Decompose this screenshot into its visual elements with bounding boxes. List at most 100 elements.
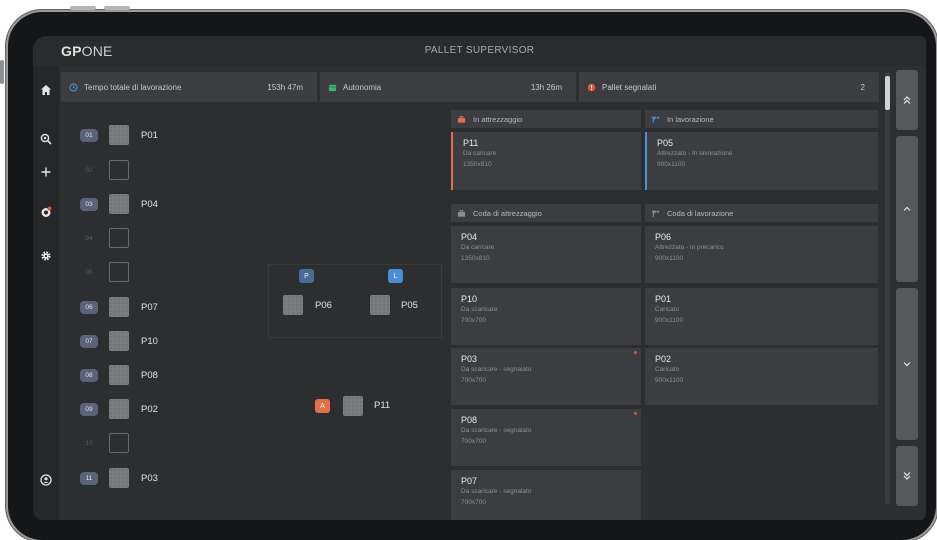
pallet-card[interactable]: P06 Attrezzato - in precarico 900x1100	[645, 226, 878, 283]
pallet-code: P02	[655, 354, 672, 364]
pallet-card[interactable]: P10 Da scaricare 700x700	[451, 288, 641, 345]
pallet-status: Da scaricare - segnalato	[461, 427, 532, 434]
pallet-code: P01	[655, 294, 672, 304]
pallet-status: Attrezzato - In lavorazione	[657, 150, 733, 157]
chevron-down-icon	[903, 362, 911, 367]
stat-label: Tempo totale di lavorazione	[84, 82, 182, 92]
lane-number: 10	[85, 439, 93, 447]
pallet-slot	[370, 295, 390, 315]
pallet-card[interactable]: P03 Da scaricare - segnalato 700x700	[451, 348, 641, 405]
lane-row[interactable]: 10	[80, 432, 129, 454]
sidebar-item-settings[interactable]	[36, 246, 56, 266]
pallet-code: P06	[655, 232, 672, 242]
stat-label: Autonomia	[343, 82, 382, 92]
lane-row[interactable]: 11 P03	[80, 467, 158, 489]
pallet-code: P05	[657, 138, 674, 148]
pallet-status: Da scaricare - segnalato	[461, 366, 532, 373]
sidebar-item-inspect[interactable]	[36, 129, 56, 149]
pallet-card[interactable]: P08 Da scaricare - segnalato 700x700	[451, 409, 641, 466]
pallet-slot	[343, 396, 363, 416]
home-icon	[41, 85, 51, 95]
lane-pallet-label: P03	[141, 472, 158, 484]
pallet-card[interactable]: P05 Attrezzato - In lavorazione 900x1100	[645, 132, 878, 190]
stat-value: 153h 47m	[267, 82, 303, 92]
scroll-down-button[interactable]	[896, 288, 918, 440]
pallet-card[interactable]: P11 Da caricare 1350x810	[451, 132, 641, 190]
alert-icon	[41, 206, 52, 217]
lane-pallet-label: P04	[141, 198, 158, 210]
scroll-up-button[interactable]	[896, 136, 918, 282]
lane-row[interactable]: 07 P10	[80, 330, 158, 352]
column-header-in-attrezzaggio: In attrezzaggio	[451, 110, 641, 128]
lane-row[interactable]: 02	[80, 159, 129, 181]
lane-row[interactable]: 06 P07	[80, 296, 158, 318]
pallet-card[interactable]: P07 Da scaricare - segnalato 700x700	[451, 470, 641, 520]
lane-row[interactable]: 04	[80, 227, 129, 249]
sidebar-item-home[interactable]	[36, 80, 56, 100]
column-title: In attrezzaggio	[473, 114, 523, 124]
device-button	[104, 6, 130, 10]
pallet-slot	[109, 262, 129, 282]
pallet-dimensions: 900x1100	[655, 317, 684, 324]
lane-pallet-label: P08	[141, 369, 158, 381]
pallet-slot	[109, 160, 129, 180]
pallet-code: P03	[461, 354, 478, 364]
pallet-slot	[109, 125, 129, 145]
pallet-status: Da caricare	[463, 150, 497, 157]
pallet-slot	[109, 228, 129, 248]
pallet-code: P07	[461, 476, 478, 486]
pallet-slot	[109, 433, 129, 453]
lane-row[interactable]: 09 P02	[80, 398, 158, 420]
pallet-dimensions: 700x700	[461, 438, 486, 445]
column-header-coda-attrezzaggio: Coda di attrezzaggio	[451, 204, 641, 222]
lane-pallet-label: P07	[141, 301, 158, 313]
toolbox-icon	[457, 115, 466, 123]
scrollbar-thumb[interactable]	[885, 76, 890, 110]
lane-pallet-label: P01	[141, 129, 158, 141]
lane-row[interactable]: 08 P08	[80, 364, 158, 386]
scrollbar[interactable]	[885, 72, 890, 504]
double-chevron-down-icon	[903, 472, 911, 480]
pallet-status: Attrezzato - in precarico	[655, 244, 724, 251]
lane-number: 06	[80, 300, 98, 314]
lane-pallet-label: P10	[141, 335, 158, 347]
drill-icon	[651, 209, 660, 217]
calendar-icon	[328, 84, 337, 91]
sidebar-item-user[interactable]	[36, 470, 56, 490]
device-button	[70, 6, 96, 10]
stat-value: 2	[860, 82, 865, 92]
station-l-badge[interactable]: L	[388, 269, 403, 283]
column-title: Coda di lavorazione	[667, 208, 734, 218]
pallet-card[interactable]: P04 Da caricare 1350x810	[451, 226, 641, 283]
pallet-dimensions: 1350x810	[461, 255, 490, 262]
pallet-status: Da scaricare - segnalato	[461, 488, 532, 495]
lane-row[interactable]: 01 P01	[80, 124, 158, 146]
lane-pallet-label: P02	[141, 403, 158, 415]
sidebar	[33, 66, 59, 520]
column-title: In lavorazione	[667, 114, 714, 124]
pallet-dimensions: 700x700	[461, 317, 486, 324]
station-p-pallet: P06	[315, 300, 332, 311]
station-l-pallet: P05	[401, 300, 418, 311]
sidebar-item-alerts[interactable]	[36, 202, 56, 222]
pallet-dimensions: 700x700	[461, 499, 486, 506]
clock-icon	[69, 82, 78, 92]
lane-number: 05	[85, 268, 93, 276]
sidebar-item-add[interactable]	[36, 162, 56, 182]
pallet-status: Caricato	[655, 366, 680, 373]
drill-icon	[651, 115, 660, 123]
stat-label: Pallet segnalati	[602, 82, 657, 92]
lane-row[interactable]: 03 P04	[80, 193, 158, 215]
pallet-card[interactable]: P01 Caricato 900x1100	[645, 288, 878, 345]
top-bar: GPONE PALLET SUPERVISOR	[33, 36, 926, 66]
lane-row[interactable]: 05	[80, 261, 129, 283]
station-a-pallet: P11	[374, 400, 391, 411]
station-p-badge[interactable]: P	[299, 269, 314, 283]
pallet-card[interactable]: P02 Caricato 900x1100	[645, 348, 878, 405]
scroll-top-button[interactable]	[896, 70, 918, 130]
pallet-status: Da caricare	[461, 244, 495, 251]
pallet-code: P11	[463, 138, 479, 148]
stat-flagged-pallets: Pallet segnalati 2	[579, 72, 879, 102]
scroll-bottom-button[interactable]	[896, 446, 918, 506]
station-a-badge[interactable]: A	[315, 399, 330, 413]
